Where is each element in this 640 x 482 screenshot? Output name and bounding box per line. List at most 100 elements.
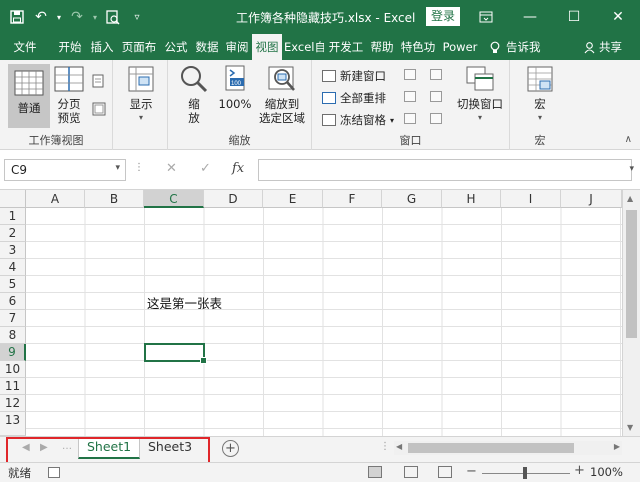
- normal-view-status-icon[interactable]: [368, 466, 382, 478]
- insert-function-icon[interactable]: fx: [232, 161, 244, 176]
- page-break-status-icon[interactable]: [438, 466, 452, 478]
- save-icon[interactable]: [6, 6, 28, 28]
- horizontal-scroll-thumb[interactable]: [408, 443, 574, 453]
- column-header-a[interactable]: A: [26, 190, 85, 208]
- row-header-12[interactable]: 12: [0, 395, 26, 412]
- tab-view[interactable]: 视图: [252, 34, 282, 60]
- scroll-up-icon[interactable]: ▲: [627, 194, 633, 203]
- horizontal-scrollbar[interactable]: ◀ ▶: [394, 441, 622, 455]
- name-box-dropdown-icon[interactable]: ▾: [115, 163, 120, 173]
- collapse-ribbon-icon[interactable]: ∧: [625, 134, 632, 145]
- row-header-13[interactable]: 13: [0, 412, 26, 436]
- reset-window-position-icon[interactable]: [430, 113, 442, 124]
- tab-insert[interactable]: 插入: [88, 34, 116, 60]
- arrange-all-button[interactable]: 全部重排: [322, 90, 386, 106]
- macros-button[interactable]: 宏 ▾: [522, 64, 558, 125]
- redo-icon[interactable]: ↷: [66, 6, 88, 28]
- formula-bar-grip-icon[interactable]: ⋮: [134, 162, 144, 173]
- column-header-h[interactable]: H: [442, 190, 501, 208]
- split-icon[interactable]: [404, 69, 416, 80]
- minimize-icon[interactable]: —: [508, 0, 552, 34]
- column-header-f[interactable]: F: [323, 190, 382, 208]
- normal-view-button[interactable]: 普通: [8, 64, 50, 128]
- maximize-icon[interactable]: ☐: [552, 0, 596, 34]
- tab-help[interactable]: 帮助: [368, 34, 396, 60]
- row-header-5[interactable]: 5: [0, 276, 26, 293]
- row-header-11[interactable]: 11: [0, 378, 26, 395]
- undo-icon[interactable]: ↶: [30, 6, 52, 28]
- cell-area[interactable]: [26, 208, 622, 436]
- zoom-100-button[interactable]: 100 100%: [216, 64, 254, 111]
- column-header-i[interactable]: I: [501, 190, 561, 208]
- row-header-6[interactable]: 6: [0, 293, 26, 310]
- row-header-10[interactable]: 10: [0, 361, 26, 378]
- tab-home[interactable]: 开始: [56, 34, 84, 60]
- page-break-preview-button[interactable]: 分页 预览: [52, 64, 86, 125]
- tell-me[interactable]: 告诉我: [490, 34, 541, 60]
- zoom-slider-knob[interactable]: [523, 467, 527, 479]
- unhide-window-icon[interactable]: [404, 113, 416, 124]
- tab-excel-addin[interactable]: Excel自: [284, 34, 324, 60]
- record-macro-icon[interactable]: [48, 467, 60, 478]
- tab-formulas[interactable]: 公式: [162, 34, 190, 60]
- zoom-in-icon[interactable]: +: [574, 463, 585, 478]
- cell-c6[interactable]: 这是第一张表: [147, 293, 222, 312]
- select-all-corner[interactable]: [0, 190, 26, 208]
- tab-review[interactable]: 审阅: [223, 34, 251, 60]
- scroll-down-icon[interactable]: ▼: [627, 423, 633, 432]
- row-header-1[interactable]: 1: [0, 208, 26, 225]
- show-button[interactable]: 显示 ▾: [121, 64, 161, 125]
- row-header-9[interactable]: 9: [0, 344, 26, 361]
- zoom-out-icon[interactable]: −: [466, 464, 477, 479]
- tab-split-handle-icon[interactable]: ⋮: [380, 441, 390, 452]
- view-side-by-side-icon[interactable]: [430, 69, 442, 80]
- close-icon[interactable]: ✕: [596, 0, 640, 34]
- column-header-d[interactable]: D: [204, 190, 263, 208]
- new-window-button[interactable]: 新建窗口: [322, 68, 386, 84]
- formula-input[interactable]: [258, 159, 632, 181]
- vertical-scroll-thumb[interactable]: [626, 210, 637, 338]
- cancel-icon[interactable]: ✕: [166, 161, 177, 176]
- switch-windows-button[interactable]: 切换窗口 ▾: [454, 64, 506, 125]
- enter-icon[interactable]: ✓: [200, 161, 211, 176]
- row-header-2[interactable]: 2: [0, 225, 26, 242]
- scroll-right-icon[interactable]: ▶: [614, 442, 620, 451]
- page-layout-view-icon[interactable]: [92, 74, 104, 91]
- tab-power[interactable]: Power: [441, 34, 479, 60]
- name-box[interactable]: C9 ▾: [4, 159, 126, 181]
- share-button[interactable]: 共享: [584, 34, 622, 60]
- row-header-7[interactable]: 7: [0, 310, 26, 327]
- tab-page-layout[interactable]: 页面布: [119, 34, 159, 60]
- row-header-4[interactable]: 4: [0, 259, 26, 276]
- tab-file[interactable]: 文件: [8, 34, 42, 60]
- tab-features[interactable]: 特色功: [398, 34, 438, 60]
- tab-developer[interactable]: 开发工: [327, 34, 365, 60]
- synchronous-scrolling-icon[interactable]: [430, 91, 442, 102]
- freeze-panes-button[interactable]: 冻结窗格 ▾: [322, 112, 394, 128]
- active-cell-c9[interactable]: [144, 343, 207, 364]
- add-sheet-icon[interactable]: +: [222, 440, 239, 457]
- scroll-left-icon[interactable]: ◀: [396, 442, 402, 451]
- undo-dropdown-icon[interactable]: ▾: [54, 6, 64, 28]
- tab-data[interactable]: 数据: [193, 34, 221, 60]
- zoom-button[interactable]: 缩 放: [176, 64, 212, 125]
- zoom-level[interactable]: 100%: [590, 465, 623, 479]
- column-header-j[interactable]: J: [561, 190, 622, 208]
- column-header-c[interactable]: C: [144, 190, 204, 208]
- login-button[interactable]: 登录: [426, 7, 460, 26]
- row-header-3[interactable]: 3: [0, 242, 26, 259]
- vertical-scrollbar[interactable]: ▲ ▼: [622, 190, 640, 436]
- column-header-b[interactable]: B: [85, 190, 144, 208]
- customize-toolbar-icon[interactable]: ▿: [126, 6, 148, 28]
- column-header-g[interactable]: G: [382, 190, 442, 208]
- page-layout-status-icon[interactable]: [404, 466, 418, 478]
- column-header-e[interactable]: E: [263, 190, 323, 208]
- zoom-to-selection-button[interactable]: 缩放到 选定区域: [256, 64, 308, 125]
- print-preview-icon[interactable]: [102, 6, 124, 28]
- custom-views-icon[interactable]: [92, 102, 106, 119]
- row-header-8[interactable]: 8: [0, 327, 26, 344]
- hide-window-icon[interactable]: [404, 91, 416, 102]
- expand-formula-bar-icon[interactable]: ▾: [629, 164, 634, 174]
- ribbon-display-options-icon[interactable]: [464, 0, 508, 34]
- redo-dropdown-icon[interactable]: ▾: [90, 6, 100, 28]
